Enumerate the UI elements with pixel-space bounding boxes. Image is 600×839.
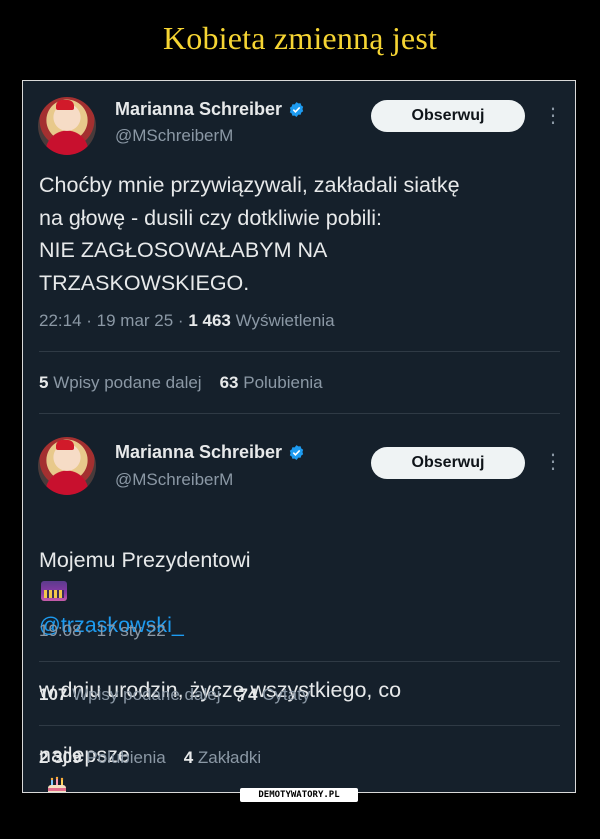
- follow-button[interactable]: Obserwuj: [371, 100, 525, 132]
- reposts-count: 107: [39, 685, 68, 704]
- divider: [39, 661, 560, 662]
- bookmarks-stat[interactable]: 4 Zakładki: [184, 748, 262, 768]
- quotes-stat[interactable]: 74 Cytaty: [238, 685, 310, 705]
- tweet-stats: 107 Wpisy podane dalej 74 Cytaty: [39, 685, 310, 705]
- divider: [39, 725, 560, 726]
- city-dusk-emoji-icon: [41, 581, 67, 601]
- bookmarks-label: Zakładki: [197, 748, 262, 767]
- avatar[interactable]: [38, 437, 96, 495]
- tweet-date[interactable]: 17 sty 22: [97, 621, 166, 640]
- divider: [39, 351, 560, 352]
- author-row: Marianna Schreiber: [115, 99, 305, 120]
- avatar[interactable]: [38, 97, 96, 155]
- tweet-text: Choćby mnie przywiązywali, zakładali sia…: [39, 173, 460, 295]
- divider: [39, 413, 560, 414]
- likes-stat[interactable]: 2 309 Polubienia: [39, 748, 166, 768]
- reposts-stat[interactable]: 107 Wpisy podane dalej: [39, 685, 220, 705]
- reposts-label: Wpisy podane dalej: [53, 373, 202, 392]
- verified-badge-icon: [289, 102, 304, 117]
- verified-badge-icon: [289, 445, 304, 460]
- tweet-meta: 19:08 · 17 sty 22: [39, 621, 166, 640]
- author-name[interactable]: Marianna Schreiber: [115, 99, 282, 120]
- likes-count: 2 309: [39, 748, 82, 767]
- likes-label: Polubienia: [243, 373, 323, 392]
- tweet-time[interactable]: 19:08: [39, 621, 82, 640]
- author-handle[interactable]: @MSchreiberM: [115, 470, 233, 490]
- more-options-icon[interactable]: ⋮: [543, 445, 563, 479]
- reposts-count: 5: [39, 373, 49, 392]
- author-handle[interactable]: @MSchreiberM: [115, 126, 233, 146]
- tweet-stats-2: 2 309 Polubienia 4 Zakładki: [39, 748, 261, 768]
- page-title: Kobieta zmienną jest: [162, 20, 438, 56]
- follow-button[interactable]: Obserwuj: [371, 447, 525, 479]
- author-name[interactable]: Marianna Schreiber: [115, 442, 282, 463]
- watermark: DEMOTYWATORY.PL: [240, 788, 358, 802]
- birthday-cake-emoji-icon: [48, 776, 66, 792]
- views-count: 1 463: [188, 311, 231, 330]
- likes-count: 63: [219, 373, 239, 392]
- reposts-stat[interactable]: 5 Wpisy podane dalej: [39, 373, 202, 393]
- tweet-stats: 5 Wpisy podane dalej 63 Polubienia: [39, 373, 323, 393]
- tweet-time[interactable]: 22:14: [39, 311, 82, 330]
- more-options-icon[interactable]: ⋮: [543, 99, 563, 133]
- views-label: Wyświetlenia: [235, 311, 335, 330]
- tweet-meta: 22:14 · 19 mar 25 · 1 463 Wyświetlenia: [39, 311, 335, 330]
- likes-label: Polubienia: [86, 748, 166, 767]
- quotes-count: 74: [238, 685, 258, 704]
- likes-stat[interactable]: 63 Polubienia: [220, 373, 323, 393]
- author-row: Marianna Schreiber: [115, 442, 305, 463]
- tweet-text-start: Mojemu Prezydentowi: [39, 547, 251, 572]
- quotes-label: Cytaty: [262, 685, 311, 704]
- bookmarks-count: 4: [183, 748, 194, 767]
- tweet-date[interactable]: 19 mar 25: [97, 311, 174, 330]
- reposts-label: Wpisy podane dalej: [72, 685, 221, 704]
- screenshot-frame: Marianna Schreiber @MSchreiberM Obserwuj…: [22, 80, 576, 793]
